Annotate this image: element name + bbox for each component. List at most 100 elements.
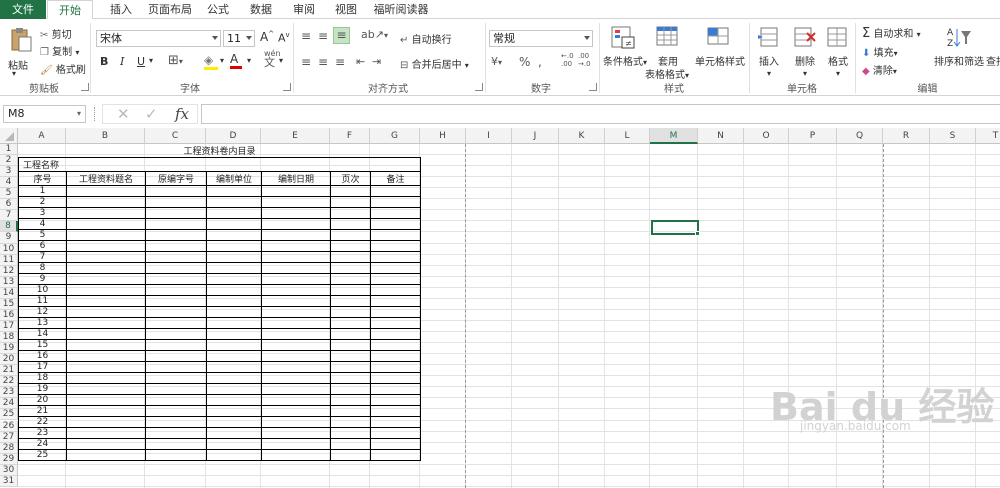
table-cell[interactable]	[66, 350, 146, 362]
table-cell[interactable]	[370, 295, 421, 307]
table-cell[interactable]	[330, 207, 371, 219]
paste-button[interactable]: 粘贴	[8, 57, 28, 72]
row-header[interactable]: 20	[0, 354, 18, 366]
cut-button[interactable]: ✂ 剪切	[40, 26, 72, 41]
row-header[interactable]: 19	[0, 343, 18, 355]
table-cell[interactable]	[66, 284, 146, 296]
table-cell[interactable]	[206, 295, 262, 307]
format-as-table-button[interactable]: 表格格式▾	[645, 66, 689, 81]
table-cell[interactable]	[370, 306, 421, 318]
table-cell[interactable]	[66, 339, 146, 351]
table-cell[interactable]	[206, 416, 262, 428]
table-cell[interactable]	[66, 328, 146, 340]
row-header[interactable]: 17	[0, 320, 18, 332]
table-cell[interactable]	[145, 273, 207, 285]
column-header[interactable]: G	[370, 128, 420, 144]
format-as-table-icon[interactable]	[656, 25, 680, 49]
table-cell[interactable]	[330, 383, 371, 395]
table-cell[interactable]	[206, 350, 262, 362]
table-cell[interactable]	[330, 405, 371, 417]
table-cell[interactable]	[206, 262, 262, 274]
align-middle-icon[interactable]: ≡	[318, 29, 328, 43]
table-cell[interactable]	[145, 438, 207, 450]
table-cell[interactable]	[145, 394, 207, 406]
table-cell[interactable]	[261, 306, 331, 318]
table-cell[interactable]	[145, 196, 207, 208]
table-cell[interactable]	[145, 262, 207, 274]
table-cell[interactable]	[66, 427, 146, 439]
chevron-down-icon[interactable]: ▾	[279, 56, 283, 65]
chevron-down-icon[interactable]: ▾	[247, 56, 251, 65]
table-cell[interactable]	[370, 394, 421, 406]
sort-filter-button[interactable]: 排序和筛选	[934, 53, 984, 68]
seq-number-cell[interactable]: 12	[18, 306, 67, 318]
table-cell[interactable]	[261, 372, 331, 384]
table-cell[interactable]	[206, 427, 262, 439]
table-cell[interactable]	[370, 273, 421, 285]
row-header[interactable]: 2	[0, 155, 18, 167]
seq-number-cell[interactable]: 10	[18, 284, 67, 296]
row-header[interactable]: 11	[0, 254, 18, 266]
table-cell[interactable]	[66, 185, 146, 197]
fill-color-icon[interactable]: ◈	[204, 53, 218, 70]
seq-number-cell[interactable]: 13	[18, 317, 67, 329]
table-cell[interactable]	[206, 196, 262, 208]
seq-number-cell[interactable]: 3	[18, 207, 67, 219]
table-cell[interactable]	[206, 405, 262, 417]
table-cell[interactable]	[370, 383, 421, 395]
column-header[interactable]: M	[650, 128, 698, 144]
table-cell[interactable]	[145, 427, 207, 439]
table-cell[interactable]	[370, 240, 421, 252]
seq-number-cell[interactable]: 7	[18, 251, 67, 263]
table-cell[interactable]	[206, 240, 262, 252]
table-cell[interactable]	[66, 383, 146, 395]
table-cell[interactable]	[66, 438, 146, 450]
conditional-format-icon[interactable]: ≠	[611, 25, 635, 49]
table-cell[interactable]	[206, 372, 262, 384]
table-cell[interactable]	[145, 251, 207, 263]
tab-0[interactable]: 文件	[0, 0, 46, 19]
cell-styles-icon[interactable]	[707, 25, 731, 49]
row-header[interactable]: 1	[0, 144, 18, 156]
row-header[interactable]: 13	[0, 276, 18, 288]
header-cell[interactable]: 序号	[18, 171, 67, 186]
copy-button[interactable]: ❐ 复制 ▾	[40, 43, 79, 58]
name-box[interactable]: M8 ▾	[3, 105, 86, 123]
font-launcher-icon[interactable]	[283, 83, 291, 91]
table-cell[interactable]	[145, 449, 207, 461]
row-header[interactable]: 29	[0, 453, 18, 465]
table-cell[interactable]	[261, 284, 331, 296]
seq-number-cell[interactable]: 19	[18, 383, 67, 395]
table-cell[interactable]	[206, 218, 262, 230]
table-cell[interactable]	[370, 284, 421, 296]
row-header[interactable]: 7	[0, 210, 18, 222]
table-cell[interactable]	[66, 394, 146, 406]
delete-cells-button[interactable]: 删除 ▾	[795, 53, 815, 79]
header-cell[interactable]: 原编字号	[145, 171, 207, 186]
seq-number-cell[interactable]: 25	[18, 449, 67, 461]
align-bottom-icon[interactable]: ≡	[333, 27, 350, 44]
table-cell[interactable]	[370, 350, 421, 362]
table-cell[interactable]	[145, 361, 207, 373]
table-cell[interactable]	[261, 339, 331, 351]
column-header[interactable]: H	[420, 128, 466, 144]
table-cell[interactable]	[206, 339, 262, 351]
table-cell[interactable]	[206, 394, 262, 406]
project-name-cell[interactable]: 工程名称	[18, 157, 421, 172]
find-select-button[interactable]: 查找	[986, 53, 1000, 68]
table-cell[interactable]	[206, 449, 262, 461]
table-cell[interactable]	[330, 196, 371, 208]
worksheet-grid[interactable]: ABCDEFGHIJKLMNOPQRST 1 2 3 4 5 6 7 8 9 10 11 12 13 14…	[0, 128, 1000, 488]
table-cell[interactable]	[330, 240, 371, 252]
table-cell[interactable]	[330, 262, 371, 274]
table-cell[interactable]	[330, 306, 371, 318]
row-header[interactable]: 12	[0, 265, 18, 277]
orientation-icon[interactable]: ab↗▾	[361, 28, 388, 41]
table-cell[interactable]	[370, 438, 421, 450]
header-cell[interactable]: 编制单位	[206, 171, 262, 186]
table-cell[interactable]	[330, 218, 371, 230]
tab-1[interactable]: 开始	[47, 0, 93, 20]
table-cell[interactable]	[370, 449, 421, 461]
table-cell[interactable]	[66, 416, 146, 428]
sheet-title[interactable]: 工程资料卷内目录	[18, 144, 421, 158]
